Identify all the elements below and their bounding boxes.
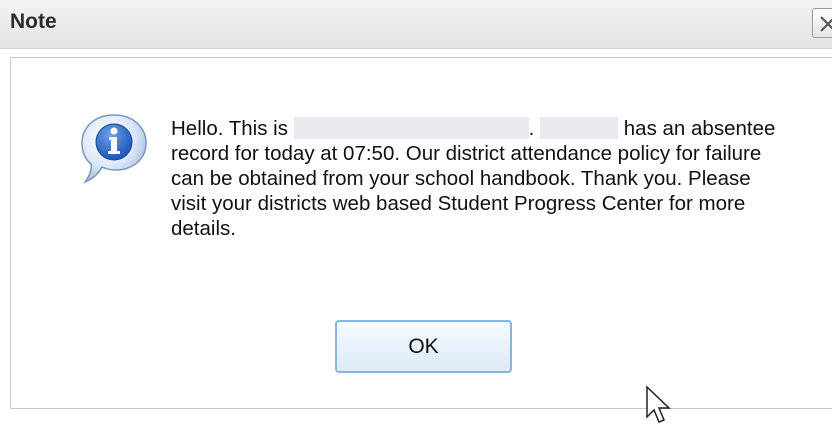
close-button[interactable] [812,8,832,38]
mouse-cursor-icon [646,385,671,423]
dialog-titlebar[interactable]: Note [0,0,832,49]
close-icon [820,16,832,32]
ok-button[interactable]: OK [335,320,512,373]
message-text-2: . [528,117,541,140]
note-dialog: Note Hello. This is . has an absentee re… [0,0,832,423]
message-text-1: Hello. This is [171,117,294,140]
info-icon [81,114,147,184]
dialog-message: Hello. This is . has an absentee record … [171,116,781,241]
dialog-title: Note [10,10,57,33]
redacted-caller-name [293,117,529,139]
redacted-student-name [540,117,619,139]
